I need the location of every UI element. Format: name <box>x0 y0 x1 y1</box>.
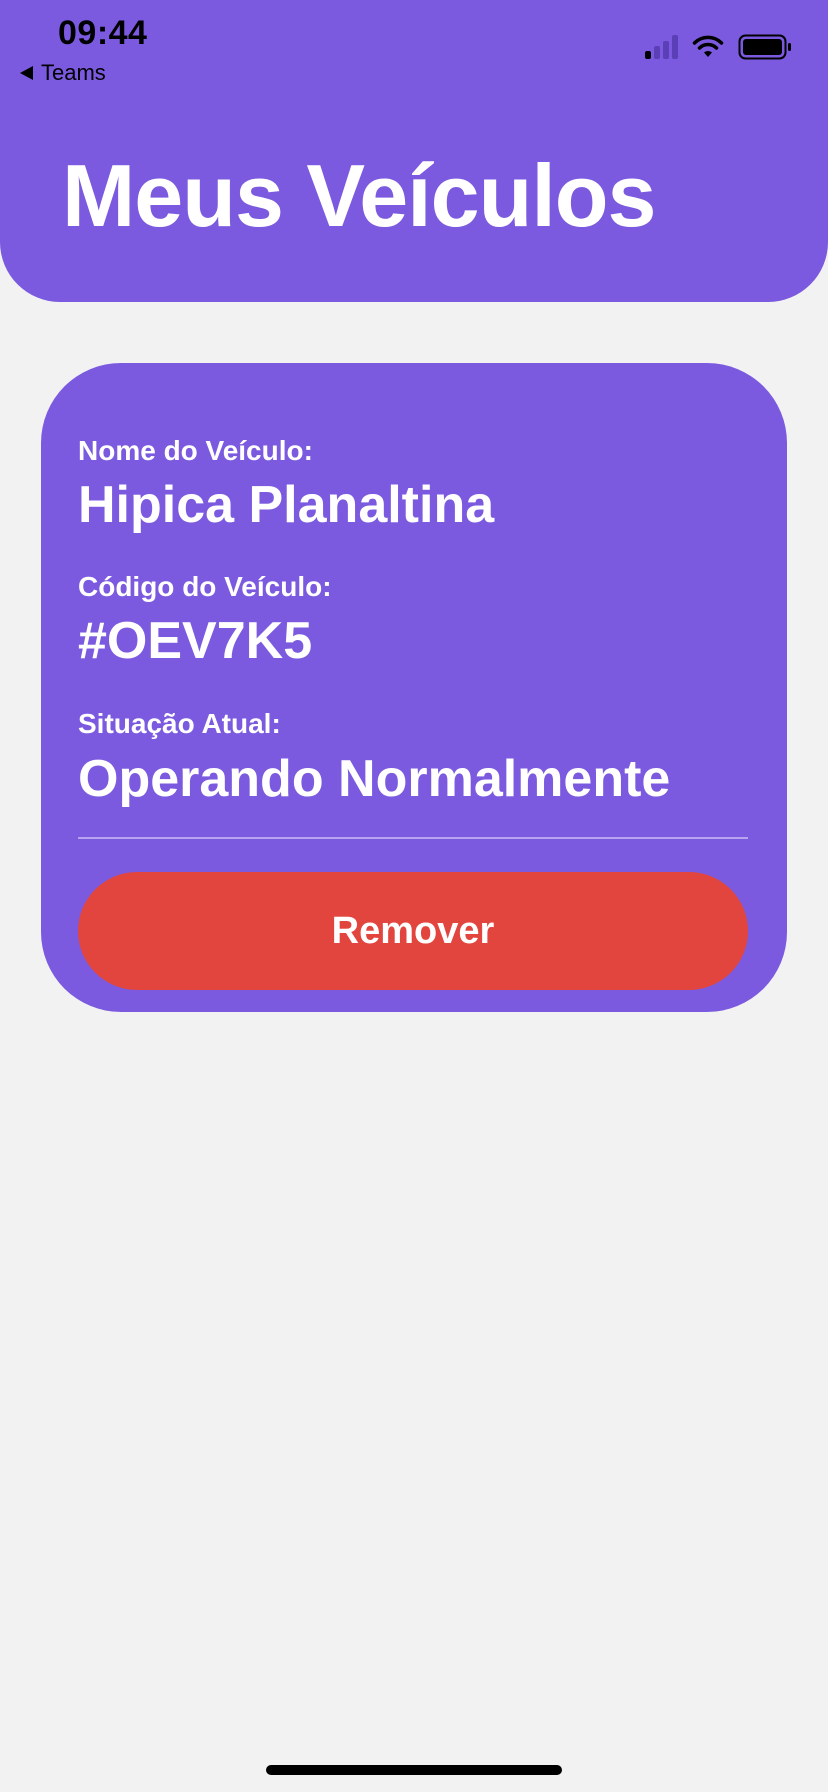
vehicle-card: Nome do Veículo: Hipica Planaltina Códig… <box>41 363 787 1012</box>
divider <box>78 837 748 839</box>
vehicle-code-value: #OEV7K5 <box>78 612 313 670</box>
back-button[interactable]: Teams <box>20 60 106 86</box>
back-label: Teams <box>41 60 106 85</box>
battery-icon <box>738 34 791 60</box>
wifi-icon <box>692 35 724 57</box>
back-triangle-icon <box>20 66 33 80</box>
vehicle-name-value: Hipica Planaltina <box>78 476 495 534</box>
remove-button[interactable]: Remover <box>78 872 748 990</box>
status-icons <box>645 34 792 60</box>
screen: 09:44 Teams Meus Veículos Nome do Veícul… <box>0 0 828 1792</box>
home-indicator[interactable] <box>266 1765 562 1775</box>
cellular-signal-icon <box>645 35 678 59</box>
status-time: 09:44 <box>58 14 148 52</box>
vehicle-code-label: Código do Veículo: <box>78 571 332 602</box>
vehicle-name-label: Nome do Veículo: <box>78 435 313 466</box>
vehicle-status-label: Situação Atual: <box>78 708 281 739</box>
vehicle-status-value: Operando Normalmente <box>78 750 671 808</box>
page-title: Meus Veículos <box>62 146 656 245</box>
header: 09:44 Teams Meus Veículos <box>0 0 828 302</box>
